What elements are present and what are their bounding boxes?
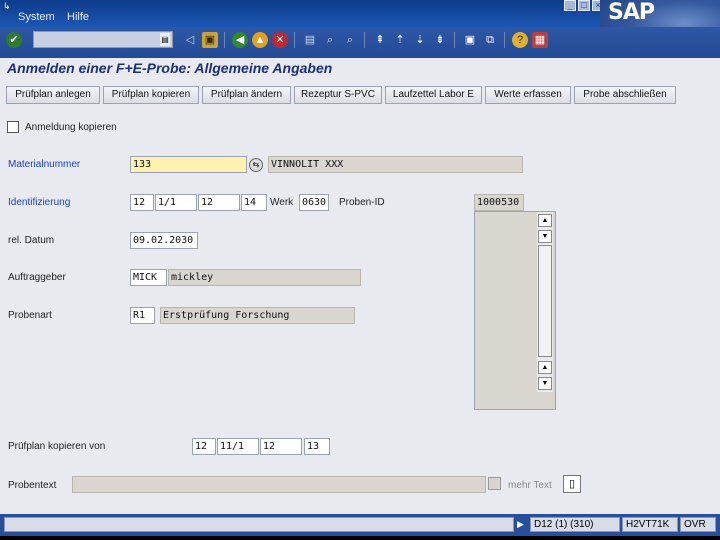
shortcut-icon[interactable]: ⧉: [482, 32, 498, 48]
rezeptur-spvc-button[interactable]: Rezeptur S-PVC: [294, 86, 382, 104]
status-server: H2VT71K: [622, 517, 678, 532]
pruefplan-field-1[interactable]: 12: [192, 438, 216, 455]
probenart-input[interactable]: R1: [130, 307, 155, 324]
sap-logo-text: SAP: [608, 0, 655, 25]
werk-input[interactable]: 0630: [299, 194, 329, 211]
help-icon[interactable]: ?: [512, 32, 528, 48]
find-icon[interactable]: ⌕: [322, 32, 338, 48]
probentext-label: Probentext: [8, 480, 57, 491]
toolbar-separator: [364, 32, 365, 48]
pruefplan-anlegen-button[interactable]: Prüfplan anlegen: [6, 86, 100, 104]
toolbar-separator: [294, 32, 295, 48]
back-icon[interactable]: ◀: [232, 32, 248, 48]
last-page-icon[interactable]: ⇟: [432, 32, 448, 48]
pruefplan-kopieren-button[interactable]: Prüfplan kopieren: [103, 86, 199, 104]
scrollbar-thumb[interactable]: [538, 245, 552, 357]
auftraggeber-name: mickley: [168, 269, 361, 286]
mehr-text-label: mehr Text: [508, 480, 552, 491]
scroll-up-icon[interactable]: ▲: [538, 361, 552, 374]
status-message: [4, 517, 514, 532]
probenart-description: Erstprüfung Forschung: [160, 307, 355, 324]
document-icon[interactable]: ▯: [563, 475, 581, 493]
probe-abschliessen-button[interactable]: Probe abschließen: [574, 86, 676, 104]
ident-field-4[interactable]: 14: [241, 194, 267, 211]
proben-id-listbox[interactable]: ▲ ▼ ▲ ▼: [474, 211, 556, 410]
materialnummer-input[interactable]: 133: [130, 156, 247, 173]
command-field[interactable]: ▤: [33, 31, 173, 48]
prev-page-icon[interactable]: ⇡: [392, 32, 408, 48]
command-history-button[interactable]: ▤: [160, 33, 170, 46]
new-session-icon[interactable]: ▣: [462, 32, 478, 48]
enter-icon[interactable]: ✔: [6, 32, 22, 48]
mehr-text-checkbox[interactable]: [488, 477, 501, 490]
probenart-label: Probenart: [8, 310, 52, 321]
minimize-button[interactable]: _: [564, 0, 576, 11]
menu-system[interactable]: System: [18, 11, 55, 23]
proben-id-value: 1000530: [474, 194, 524, 211]
cancel-icon[interactable]: ✕: [272, 32, 288, 48]
page-title: Anmelden einer F+E-Probe: Allgemeine Ang…: [7, 60, 333, 76]
pruefplan-field-3[interactable]: 12: [260, 438, 302, 455]
status-mode[interactable]: OVR: [680, 517, 716, 532]
pruefplan-field-4[interactable]: 13: [304, 438, 330, 455]
title-bar: Anmelden einer F+E-Probe: Allgemeine Ang…: [0, 58, 720, 82]
status-bar: ▶ D12 (1) (310) H2VT71K OVR: [0, 514, 720, 536]
exit-icon[interactable]: ▲: [252, 32, 268, 48]
materialnummer-label: Materialnummer: [8, 159, 81, 170]
scroll-down-icon[interactable]: ▼: [538, 230, 552, 243]
maximize-button[interactable]: □: [578, 0, 590, 11]
identifizierung-label: Identifizierung: [8, 197, 71, 208]
laufzettel-labor-button[interactable]: Laufzettel Labor E: [385, 86, 482, 104]
pruefplan-aendern-button[interactable]: Prüfplan ändern: [202, 86, 291, 104]
first-page-icon[interactable]: ⇞: [372, 32, 388, 48]
menu-hilfe[interactable]: Hilfe: [67, 11, 89, 23]
status-expand-icon[interactable]: ▶: [517, 519, 524, 530]
probentext-input[interactable]: [72, 476, 486, 493]
next-page-icon[interactable]: ⇣: [412, 32, 428, 48]
standard-toolbar: ✔ ▤ ◁ ▣ ◀ ▲ ✕ ▤ ⌕ ⌕ ⇞ ⇡ ⇣ ⇟ ▣ ⧉ ? ▦: [0, 27, 720, 58]
work-area: Anmeldung kopieren Materialnummer 133 ⇆ …: [0, 108, 720, 514]
save-icon[interactable]: ▣: [202, 32, 218, 48]
pruefplan-field-2[interactable]: 11/1: [217, 438, 259, 455]
material-description: VINNOLIT XXX: [268, 156, 523, 173]
proben-id-label: Proben-ID: [339, 197, 385, 208]
anmeldung-kopieren-checkbox[interactable]: [7, 121, 19, 133]
toolbar-separator: [454, 32, 455, 48]
auftraggeber-input[interactable]: MICK: [130, 269, 167, 286]
pruefplan-kopieren-von-label: Prüfplan kopieren von: [8, 441, 106, 452]
anmeldung-kopieren-label: Anmeldung kopieren: [25, 122, 117, 133]
werte-erfassen-button[interactable]: Werte erfassen: [485, 86, 571, 104]
collapse-icon[interactable]: ◁: [182, 32, 198, 48]
find-next-icon[interactable]: ⌕: [342, 32, 358, 48]
layout-icon[interactable]: ▦: [532, 32, 548, 48]
status-system: D12 (1) (310): [530, 517, 620, 532]
werk-label: Werk: [270, 197, 294, 208]
ident-field-2[interactable]: 1/1: [155, 194, 197, 211]
rel-datum-input[interactable]: 09.02.2030: [130, 232, 198, 249]
listbox-content: [475, 212, 533, 392]
auftraggeber-label: Auftraggeber: [8, 272, 66, 283]
print-icon[interactable]: ▤: [302, 32, 318, 48]
value-help-icon[interactable]: ⇆: [249, 158, 263, 172]
toolbar-separator: [224, 32, 225, 48]
scroll-up-icon[interactable]: ▲: [538, 214, 552, 227]
ident-field-3[interactable]: 12: [198, 194, 240, 211]
toolbar-separator: [504, 32, 505, 48]
application-toolbar: Prüfplan anlegen Prüfplan kopieren Prüfp…: [0, 82, 720, 108]
scroll-down-icon[interactable]: ▼: [538, 377, 552, 390]
ident-field-1[interactable]: 12: [130, 194, 154, 211]
rel-datum-label: rel. Datum: [8, 235, 55, 246]
listbox-scrollbar[interactable]: ▲ ▼ ▲ ▼: [537, 212, 553, 392]
system-menu-icon[interactable]: ↳: [3, 1, 12, 11]
